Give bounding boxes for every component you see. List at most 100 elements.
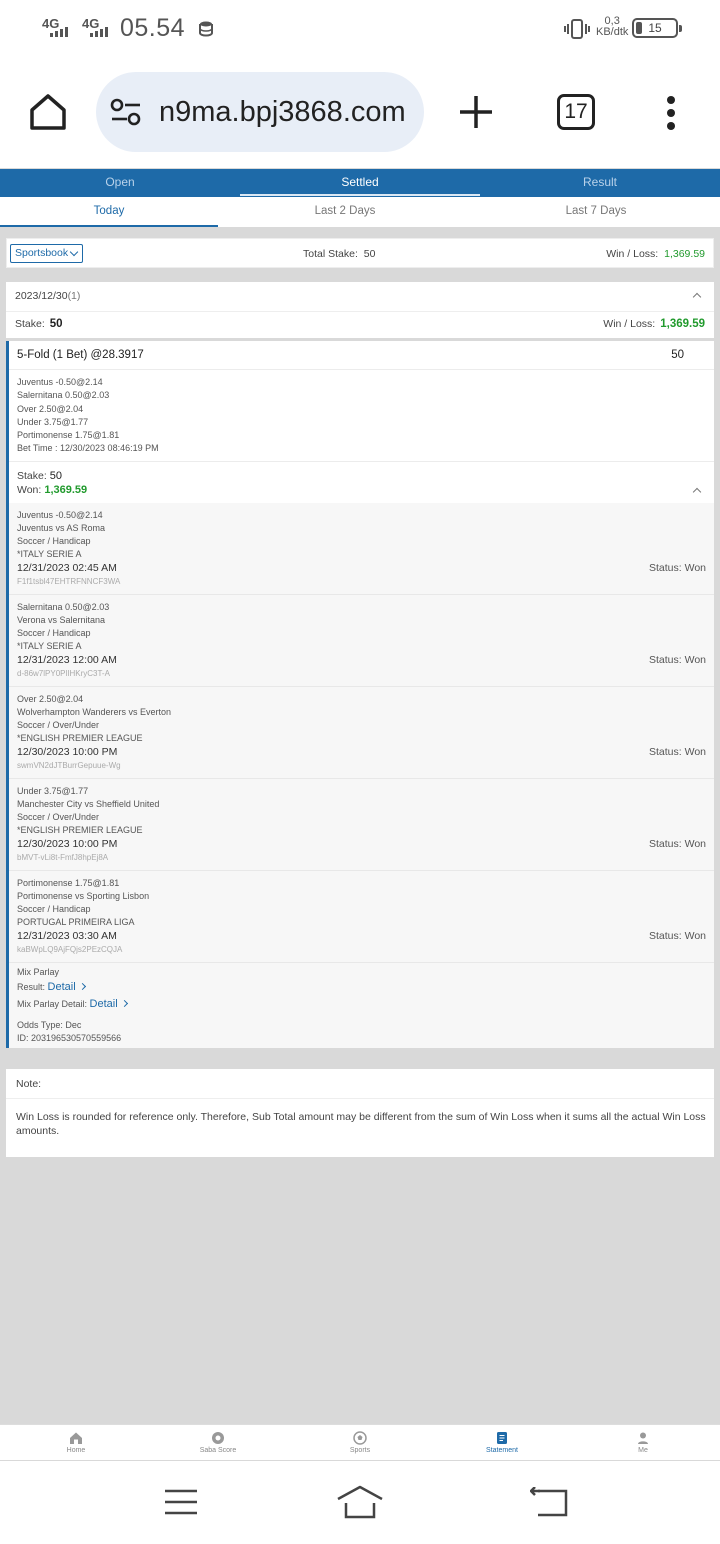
result-detail-text: Detail xyxy=(47,981,76,993)
leg-match: Portimonense vs Sporting Lisbon xyxy=(17,891,150,901)
total-win-loss: Win / Loss: 1,369.59 xyxy=(606,248,705,260)
mix-detail-link[interactable]: Detail xyxy=(89,998,128,1010)
bet-stake: Stake: 50 xyxy=(17,470,62,482)
clock: 05.54 xyxy=(120,14,186,42)
total-stake: Total Stake: 50 xyxy=(303,248,375,260)
bet-stake-value: 50 xyxy=(49,470,63,482)
recent-apps-icon[interactable] xyxy=(164,1489,198,1515)
filter-bar: Sportsbook Total Stake: 50 Win / Loss: 1… xyxy=(6,238,714,268)
tab-settled[interactable]: Settled xyxy=(240,169,480,197)
tab-last-7-days[interactable]: Last 7 Days xyxy=(480,197,712,227)
total-win-loss-value: 1,369.59 xyxy=(664,248,705,260)
user-icon xyxy=(638,1432,648,1444)
signal-icon-1 xyxy=(50,27,68,37)
tab-last-2-days[interactable]: Last 2 Days xyxy=(240,197,450,227)
data-saver-icon xyxy=(199,21,213,37)
nav-home-label: Home xyxy=(66,1447,86,1454)
chevron-up-icon[interactable] xyxy=(692,487,702,497)
leg-ref: swmVN2dJTBurrGepuue-Wg xyxy=(17,761,121,770)
scoreboard-icon xyxy=(212,1432,224,1444)
leg-status-label: Status: xyxy=(648,838,682,850)
signal-icon-2 xyxy=(90,27,108,37)
tab-today[interactable]: Today xyxy=(0,197,218,227)
nav-sports-label: Sports xyxy=(349,1447,371,1454)
bet-won: Won: 1,369.59 xyxy=(17,484,87,496)
product-select[interactable]: Sportsbook xyxy=(10,244,83,263)
leg-league: PORTUGAL PRIMEIRA LIGA xyxy=(17,917,135,927)
url-text: n9ma.bpj3868.com xyxy=(159,96,406,128)
nav-statement-label: Statement xyxy=(486,1447,518,1454)
leg-market: Soccer / Handicap xyxy=(17,904,91,914)
leg-ref: d-86w7lPY0PlIHKryC3T-A xyxy=(17,669,110,678)
leg-ref: bMVT-vLi8t-FmfJ8hpEj8A xyxy=(17,853,109,862)
bet-card: 5-Fold (1 Bet) @28.3917 50 Juventus -0.5… xyxy=(6,341,714,1048)
home-icon[interactable] xyxy=(336,1485,384,1519)
nav-me-label: Me xyxy=(638,1447,648,1454)
leg-datetime: 12/30/2023 10:00 PM xyxy=(17,838,118,850)
back-icon[interactable] xyxy=(530,1487,568,1517)
date-group-date: 2023/12/30 xyxy=(15,290,68,302)
nav-statement[interactable]: Statement xyxy=(462,1425,542,1454)
leg-match: Wolverhampton Wanderers vs Everton xyxy=(17,707,172,717)
bet-legs-summary: Juventus -0.50@2.14 Salernitana 0.50@2.0… xyxy=(17,376,159,456)
mix-detail-label: Mix Parlay Detail: xyxy=(17,999,88,1009)
bet-stake-label: Stake: xyxy=(17,470,47,482)
bet-id: ID: 203196530570559566 xyxy=(17,1033,122,1043)
bet-won-value: 1,369.59 xyxy=(44,484,88,496)
tab-open[interactable]: Open xyxy=(0,169,240,197)
leg-summary-item: Salernitana 0.50@2.03 xyxy=(17,390,110,401)
leg-status: Status: Won xyxy=(649,930,706,942)
statement-tabs: Open Settled Result xyxy=(0,169,720,197)
site-settings-icon[interactable] xyxy=(110,98,142,126)
total-stake-label: Total Stake: xyxy=(303,248,358,260)
tab-result[interactable]: Result xyxy=(480,169,720,197)
date-group-card: 2023/12/30(1) Stake: 50 Win / Loss: 1,369.… xyxy=(6,282,714,338)
date-group-stake-value: 50 xyxy=(49,318,63,330)
date-group-header[interactable]: 2023/12/30(1) xyxy=(15,290,80,302)
total-stake-value: 50 xyxy=(363,248,376,260)
home-icon[interactable] xyxy=(28,92,68,132)
bet-title: 5-Fold (1 Bet) @28.3917 xyxy=(17,349,144,361)
leg-selection: Juventus -0.50@2.14 xyxy=(17,510,103,520)
leg-selection: Over 2.50@2.04 xyxy=(17,694,84,704)
chevron-right-icon xyxy=(120,999,128,1008)
leg-datetime: 12/30/2023 10:00 PM xyxy=(17,746,118,758)
statement-icon xyxy=(497,1432,507,1444)
leg-match: Verona vs Salernitana xyxy=(17,615,106,625)
url-bar[interactable]: n9ma.bpj3868.com xyxy=(96,72,424,152)
leg-ref: kaBWpLQ9AjFQjs2PEzCQJA xyxy=(17,945,123,954)
nav-home[interactable]: Home xyxy=(36,1425,116,1454)
result-detail-link[interactable]: Detail xyxy=(47,981,86,993)
leg-datetime: 12/31/2023 03:30 AM xyxy=(17,930,117,942)
note-title: Note: xyxy=(16,1078,42,1090)
leg-market: Soccer / Handicap xyxy=(17,628,91,638)
nav-saba-score[interactable]: Saba Score xyxy=(178,1425,258,1454)
leg-summary-item: Over 2.50@2.04 xyxy=(17,403,84,414)
leg-status: Status: Won xyxy=(649,654,706,666)
leg-market: Soccer / Handicap xyxy=(17,536,91,546)
leg-status-value: Won xyxy=(684,930,706,942)
battery-level xyxy=(636,22,642,34)
nav-sports[interactable]: Sports xyxy=(320,1425,400,1454)
date-group-count: (1) xyxy=(67,290,81,302)
leg-status-value: Won xyxy=(684,746,706,758)
vibrate-icon xyxy=(564,19,590,39)
nav-me[interactable]: Me xyxy=(603,1425,683,1454)
mix-detail-text: Detail xyxy=(89,998,118,1010)
leg-summary-item: Portimonense 1.75@1.81 xyxy=(17,430,120,441)
chevron-down-icon xyxy=(69,247,79,257)
leg-ref: F1f1tsbl47EHTRFNNCF3WA xyxy=(17,577,121,586)
new-tab-icon[interactable] xyxy=(458,94,494,130)
leg-detail: Portimonense 1.75@1.81 Portimonense vs S… xyxy=(9,871,714,963)
mix-parlay-label: Mix Parlay xyxy=(17,967,60,977)
product-select-value: Sportsbook xyxy=(15,247,69,259)
tab-switcher-button[interactable]: 17 xyxy=(557,94,595,130)
browser-toolbar: n9ma.bpj3868.com 17 xyxy=(0,58,720,168)
leg-league: *ENGLISH PREMIER LEAGUE xyxy=(17,733,143,743)
chevron-up-icon[interactable] xyxy=(692,292,702,302)
leg-detail: Under 3.75@1.77 Manchester City vs Sheff… xyxy=(9,779,714,871)
leg-status: Status: Won xyxy=(649,838,706,850)
overflow-menu-icon[interactable] xyxy=(667,96,677,130)
status-bar: 4G 4G 05.54 0,3 KB/dtk 15 xyxy=(0,0,720,58)
bet-detail-panel: Juventus -0.50@2.14 Juventus vs AS Roma … xyxy=(9,503,714,1048)
